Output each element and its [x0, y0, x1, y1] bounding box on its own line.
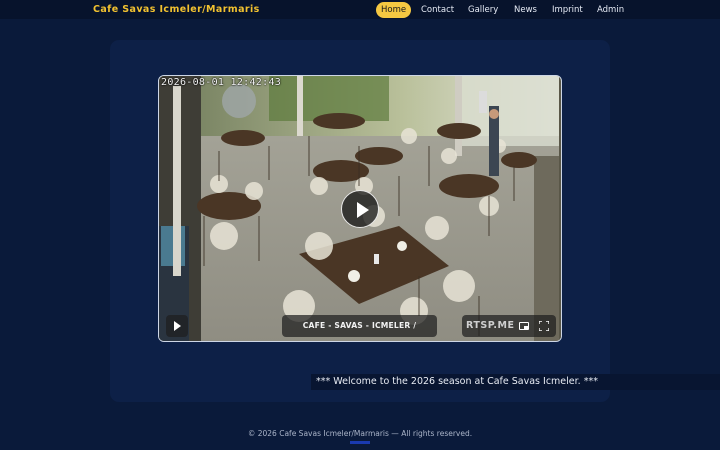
- video-timestamp: 2026-08-01 12:42:43: [161, 77, 282, 88]
- rtsp-logo[interactable]: RTSP.ME: [466, 315, 514, 337]
- player-toolbar: RTSP.ME: [462, 315, 556, 337]
- welcome-marquee: *** Welcome to the 2026 season at Cafe S…: [311, 374, 720, 390]
- nav-news[interactable]: News: [509, 2, 542, 18]
- footer-copyright: © 2026 Cafe Savas Icmeler/Marmaris — All…: [247, 429, 473, 438]
- footer: © 2026 Cafe Savas Icmeler/Marmaris — All…: [0, 429, 720, 438]
- nav-home[interactable]: Home: [376, 2, 412, 18]
- picture-in-picture-icon[interactable]: [519, 322, 529, 330]
- marquee-text: *** Welcome to the 2026 season at Cafe S…: [316, 376, 598, 387]
- top-navbar: Cafe Savas Icmeler/Marmaris Home Contact…: [0, 0, 720, 19]
- webcam-player[interactable]: 2026-08-01 12:42:43 CAFE - SAVAS - ICMEL…: [158, 75, 562, 342]
- play-button[interactable]: [166, 315, 188, 337]
- site-brand[interactable]: Cafe Savas Icmeler/Marmaris: [93, 4, 260, 15]
- nav-imprint[interactable]: Imprint: [547, 2, 588, 18]
- stream-caption: CAFE - SAVAS - ICMELER / MARMARIS: [282, 315, 437, 337]
- nav-admin[interactable]: Admin: [592, 2, 629, 18]
- fullscreen-icon[interactable]: [539, 321, 549, 331]
- footer-accent-bar: [350, 441, 370, 444]
- big-play-button[interactable]: [341, 190, 379, 228]
- nav-contact[interactable]: Contact: [416, 2, 459, 18]
- nav-gallery[interactable]: Gallery: [463, 2, 503, 18]
